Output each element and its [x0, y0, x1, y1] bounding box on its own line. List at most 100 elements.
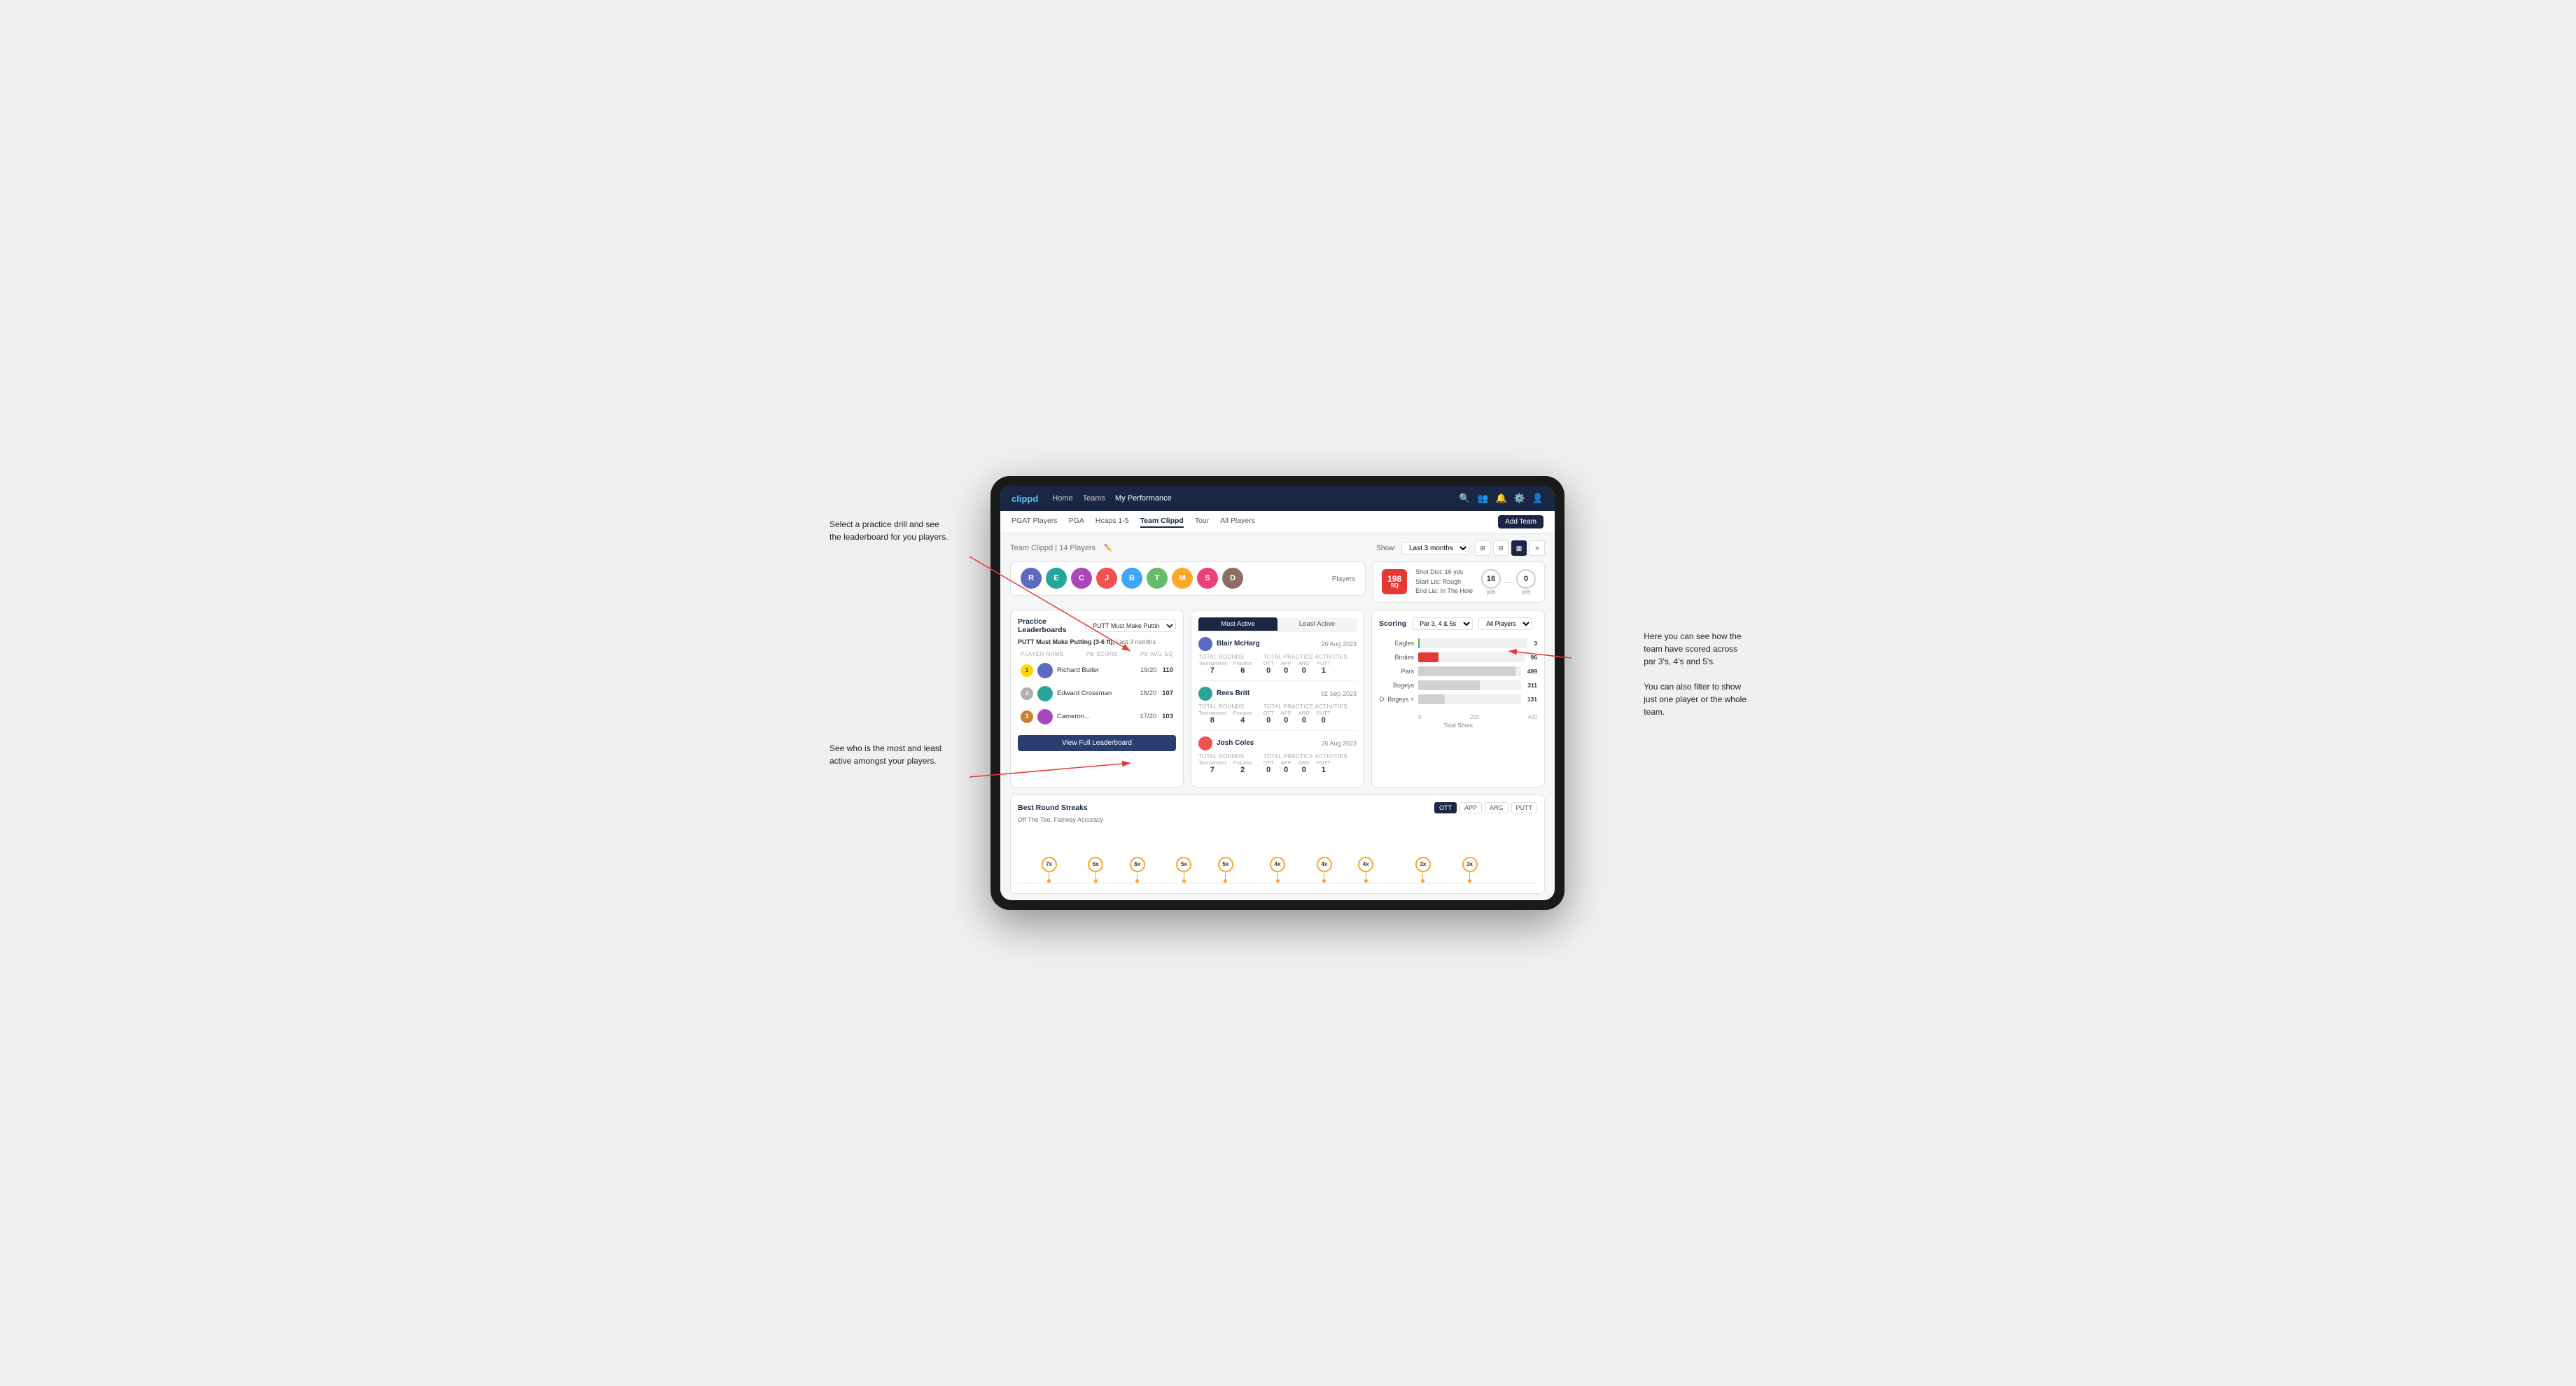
chart-x-title: Total Shots: [1379, 722, 1537, 729]
pa-header-1: Blair McHarg 26 Aug 2023: [1198, 637, 1357, 651]
avatar-7[interactable]: M: [1172, 568, 1193, 589]
streaks-btn-app[interactable]: APP: [1460, 802, 1482, 813]
x-label-200: 200: [1470, 714, 1479, 720]
view-list[interactable]: ≡: [1530, 540, 1545, 556]
subnav-tour[interactable]: Tour: [1195, 517, 1209, 528]
view-grid-3[interactable]: ⊟: [1493, 540, 1508, 556]
rank-badge-1: 1: [1021, 664, 1033, 677]
nav-home[interactable]: Home: [1052, 494, 1072, 503]
add-team-button[interactable]: Add Team: [1498, 515, 1544, 528]
bar-val-birdies: 96: [1531, 654, 1537, 661]
bar-track-eagles: [1418, 638, 1527, 648]
avatar-3[interactable]: C: [1071, 568, 1092, 589]
view-leaderboard-button[interactable]: View Full Leaderboard: [1018, 735, 1176, 751]
settings-icon[interactable]: ⚙️: [1514, 493, 1525, 504]
scoring-filter-par[interactable]: Par 3, 4 & 5s: [1412, 617, 1473, 630]
pa-arg-3: ARG 0: [1298, 760, 1310, 774]
avatar-5[interactable]: B: [1121, 568, 1142, 589]
lb-avatar-3: [1037, 709, 1053, 724]
tab-most-active[interactable]: Most Active: [1198, 617, 1278, 631]
pa-putt-2: PUTT 0: [1317, 710, 1331, 724]
scoring-header: Scoring Par 3, 4 & 5s All Players: [1379, 617, 1537, 630]
bar-fill-dbogeys: [1418, 694, 1445, 704]
streak-point-8: 4x: [1358, 857, 1373, 883]
table-row: 3 Cameron... 17/20 103: [1018, 706, 1176, 727]
streak-point-6: 4x: [1270, 857, 1285, 883]
nav-links: Home Teams My Performance: [1052, 494, 1459, 503]
pa-practice-1: Practice 6: [1233, 660, 1252, 675]
show-select[interactable]: Last 3 months Last 6 months Last year: [1401, 542, 1469, 555]
avatar-2[interactable]: E: [1046, 568, 1067, 589]
stat-yds-1: 16 yds: [1481, 569, 1501, 595]
chart-xaxis: 0 200 400: [1379, 714, 1537, 720]
bar-track-birdies: [1418, 652, 1525, 662]
streak-point-7: 4x: [1317, 857, 1332, 883]
subnav-all-players[interactable]: All Players: [1220, 517, 1255, 528]
avatar-4[interactable]: J: [1096, 568, 1117, 589]
avatar-9[interactable]: D: [1222, 568, 1243, 589]
streaks-btn-arg[interactable]: ARG: [1485, 802, 1508, 813]
pa-ott-3: OTT 0: [1264, 760, 1274, 774]
pa-ott-2: OTT 0: [1264, 710, 1274, 724]
pa-practice-activities-1: Total Practice Activities OTT 0 APP: [1264, 654, 1348, 675]
annotation-bottom-left: See who is the most and least active amo…: [830, 742, 941, 767]
bar-val-eagles: 3: [1534, 640, 1537, 647]
lb-name-2: Edward Crossman: [1057, 690, 1140, 697]
players-label: Players: [1332, 575, 1355, 583]
bar-row-bogeys: Bogeys 311: [1379, 680, 1537, 690]
brand-logo: clippd: [1011, 493, 1038, 504]
search-icon[interactable]: 🔍: [1459, 493, 1470, 504]
lb-score-2: 18/20: [1140, 690, 1156, 697]
scoring-filter-players[interactable]: All Players: [1478, 617, 1532, 630]
pa-stats-2: Total Rounds Tournament 8 Practice: [1198, 704, 1357, 724]
rank-badge-3: 3: [1021, 710, 1033, 723]
bar-fill-pars: [1418, 666, 1516, 676]
table-row: 2 Edward Crossman 18/20 107: [1018, 683, 1176, 704]
avatar-6[interactable]: T: [1147, 568, 1168, 589]
bell-icon[interactable]: 🔔: [1495, 493, 1506, 504]
bar-label-bogeys: Bogeys: [1379, 682, 1414, 689]
tablet-screen: clippd Home Teams My Performance 🔍 👥 🔔 ⚙…: [1000, 486, 1555, 900]
avatar-icon[interactable]: 👤: [1532, 493, 1544, 504]
tablet-frame: clippd Home Teams My Performance 🔍 👥 🔔 ⚙…: [990, 476, 1564, 910]
rank-badge-2: 2: [1021, 687, 1033, 700]
streaks-btn-ott[interactable]: OTT: [1434, 802, 1457, 813]
player-avatars: R E C J B T M S D: [1021, 568, 1243, 589]
streaks-card: Best Round Streaks OTT APP ARG PUTT Off …: [1010, 794, 1545, 894]
subnav: PGAT Players PGA Hcaps 1-5 Team Clippd T…: [1000, 511, 1555, 533]
drill-subtitle: PUTT Must Make Putting (3-6 ft), Last 3 …: [1018, 638, 1176, 645]
subnav-pga[interactable]: PGA: [1069, 517, 1084, 528]
subnav-team-clippd[interactable]: Team Clippd: [1140, 517, 1184, 528]
shot-details: Shot Dist: 16 yds Start Lie: Rough End L…: [1415, 568, 1473, 596]
pa-date-1: 26 Aug 2023: [1321, 640, 1357, 648]
streak-point-9: 3x: [1415, 857, 1431, 883]
pa-date-2: 02 Sep 2023: [1321, 690, 1357, 697]
bar-row-pars: Pars 499: [1379, 666, 1537, 676]
pa-arg-2: ARG 0: [1298, 710, 1310, 724]
users-icon[interactable]: 👥: [1477, 493, 1488, 504]
edit-icon[interactable]: ✏️: [1104, 545, 1112, 552]
lb-score-1: 19/20: [1140, 666, 1157, 674]
lb-avg-2: 107: [1162, 690, 1173, 697]
subnav-hcaps[interactable]: Hcaps 1-5: [1096, 517, 1129, 528]
stat-yds-2: 0 yds: [1516, 569, 1536, 595]
avatar-1[interactable]: R: [1021, 568, 1042, 589]
pa-header-2: Rees Britt 02 Sep 2023: [1198, 687, 1357, 701]
nav-teams[interactable]: Teams: [1083, 494, 1105, 503]
pa-avatar-1: [1198, 637, 1212, 651]
nav-my-performance[interactable]: My Performance: [1115, 494, 1172, 503]
subnav-pgat[interactable]: PGAT Players: [1011, 517, 1058, 528]
lb-score-3: 17/20: [1140, 713, 1156, 720]
tab-least-active[interactable]: Least Active: [1278, 617, 1357, 631]
view-grid-active[interactable]: ▦: [1511, 540, 1527, 556]
pa-name-3: Josh Coles: [1198, 736, 1254, 750]
view-grid-2[interactable]: ⊞: [1475, 540, 1490, 556]
scoring-card: Scoring Par 3, 4 & 5s All Players: [1371, 610, 1545, 788]
list-item: Rees Britt 02 Sep 2023 Total Rounds: [1198, 687, 1357, 731]
avatar-8[interactable]: S: [1197, 568, 1218, 589]
pa-stats-1: Total Rounds Tournament 7 Practice: [1198, 654, 1357, 675]
streaks-subtitle: Off The Tee, Fairway Accuracy: [1018, 816, 1537, 823]
drill-select[interactable]: PUTT Must Make Putting...: [1085, 620, 1176, 632]
lb-name-3: Cameron...: [1057, 713, 1140, 720]
streaks-btn-putt[interactable]: PUTT: [1511, 802, 1538, 813]
